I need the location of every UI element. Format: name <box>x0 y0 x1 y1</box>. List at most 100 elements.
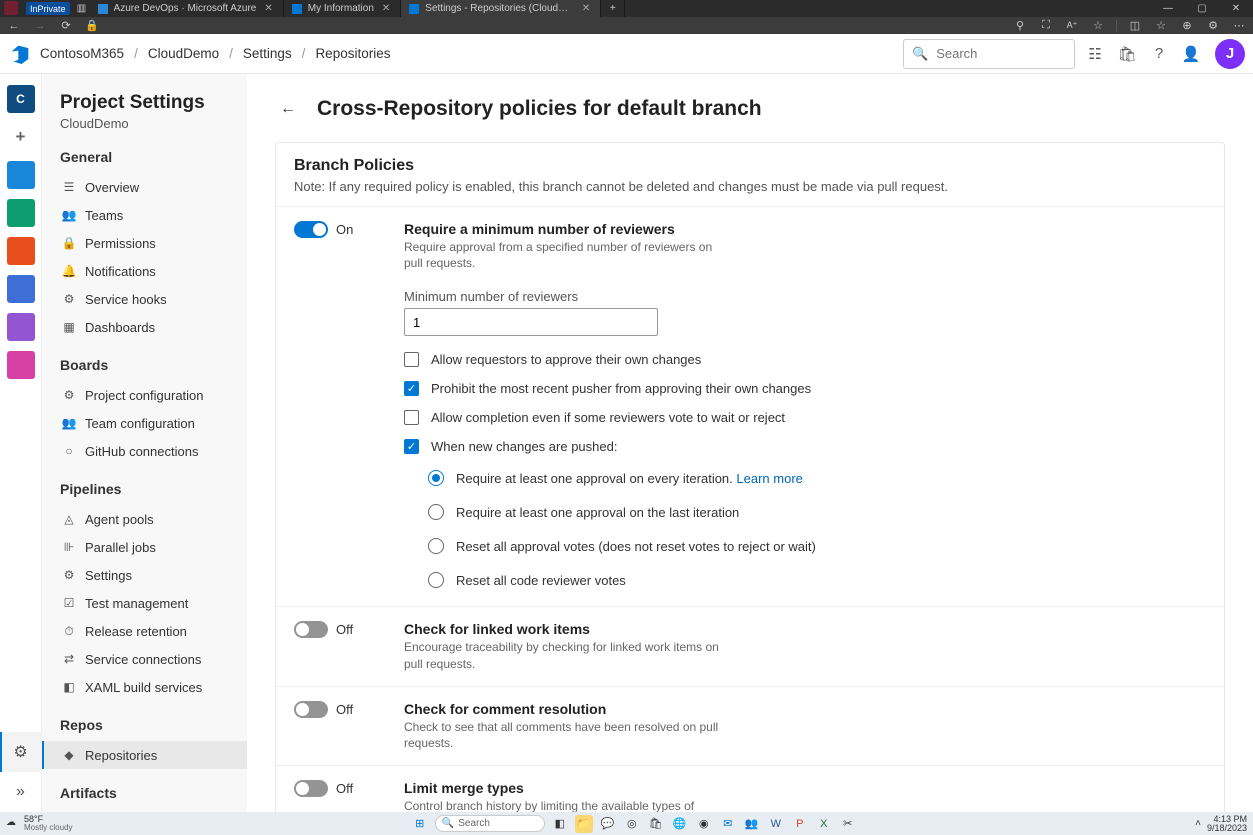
rail-pipelines[interactable] <box>7 275 35 303</box>
search-input[interactable]: 🔍 Search <box>903 39 1075 69</box>
taskbar-snip[interactable]: ✂ <box>839 815 857 833</box>
browser-tab-2[interactable]: Settings - Repositories (CloudD… ✕ <box>401 0 601 17</box>
breadcrumb-project[interactable]: CloudDemo <box>148 46 219 61</box>
nav-xaml-build[interactable]: ◧XAML build services <box>60 673 247 701</box>
rail-project-settings[interactable]: ⚙ <box>0 732 42 772</box>
site-info-icon[interactable]: 🔒 <box>84 19 100 32</box>
work-items-icon[interactable]: ☷ <box>1083 42 1107 66</box>
min-reviewers-input[interactable] <box>404 308 658 336</box>
collections-icon[interactable]: ⊕ <box>1179 19 1195 32</box>
nav-notifications[interactable]: 🔔Notifications <box>60 257 247 285</box>
taskbar-weather[interactable]: ☁ 58°F Mostly cloudy <box>0 815 78 832</box>
taskbar-task-view[interactable]: ◧ <box>551 815 569 833</box>
taskbar-search[interactable]: 🔍Search <box>435 815 545 832</box>
read-aloud-icon[interactable]: ⚲ <box>1012 19 1028 32</box>
browser-tools-icon[interactable]: ⚙ <box>1205 19 1221 32</box>
taskbar-store[interactable]: 🛍 <box>647 815 665 833</box>
nav-refresh[interactable]: ⟳ <box>58 19 74 32</box>
taskbar-chat[interactable]: 💬 <box>599 815 617 833</box>
check-new-changes[interactable]: ✓When new changes are pushed: <box>404 439 1206 454</box>
nav-service-hooks[interactable]: ⚙Service hooks <box>60 285 247 313</box>
nav-team-config[interactable]: 👥Team configuration <box>60 409 247 437</box>
back-button[interactable]: ← <box>275 96 301 122</box>
nav-permissions[interactable]: 🔒Permissions <box>60 229 247 257</box>
app-root: ContosoM365 / CloudDemo / Settings / Rep… <box>0 34 1253 812</box>
favorite-icon[interactable]: ☆ <box>1090 19 1106 32</box>
window-maximize[interactable]: ▢ <box>1185 0 1219 17</box>
nav-back[interactable]: ← <box>6 20 22 32</box>
learn-more-link[interactable]: Learn more <box>736 471 802 486</box>
taskbar-edge[interactable]: 🌐 <box>671 815 689 833</box>
split-screen-icon[interactable]: ◫ <box>1127 19 1143 32</box>
profile-avatar-small[interactable] <box>4 1 18 15</box>
rail-expand[interactable]: » <box>0 772 42 812</box>
close-icon[interactable]: ✕ <box>380 3 392 14</box>
window-close[interactable]: ✕ <box>1219 0 1253 17</box>
breadcrumb-settings[interactable]: Settings <box>243 46 292 61</box>
taskbar-powerpoint[interactable]: P <box>791 815 809 833</box>
nav-overview[interactable]: ☰Overview <box>60 173 247 201</box>
nav-dashboards[interactable]: ▦Dashboards <box>60 313 247 341</box>
nav-agent-pools[interactable]: ◬Agent pools <box>60 505 247 533</box>
rail-overview[interactable] <box>7 161 35 189</box>
shopping-icon[interactable]: ⛶ <box>1038 19 1054 32</box>
toggle-linked-items[interactable] <box>294 621 328 638</box>
start-button[interactable]: ⊞ <box>411 815 429 833</box>
nav-teams[interactable]: 👥Teams <box>60 201 247 229</box>
radio-reset-approval[interactable]: Reset all approval votes (does not reset… <box>428 538 1206 554</box>
nav-pipeline-settings[interactable]: ⚙Settings <box>60 561 247 589</box>
browser-tab-1[interactable]: My Information ✕ <box>284 0 402 17</box>
taskbar-explorer[interactable]: 📁 <box>575 815 593 833</box>
taskbar-clock[interactable]: 4:13 PM 9/18/2023 <box>1207 815 1247 833</box>
taskbar-copilot[interactable]: ◎ <box>623 815 641 833</box>
help-icon[interactable]: ? <box>1147 42 1171 66</box>
breadcrumb-org[interactable]: ContosoM365 <box>40 46 124 61</box>
nav-parallel-jobs[interactable]: ⊪Parallel jobs <box>60 533 247 561</box>
avatar[interactable]: J <box>1215 39 1245 69</box>
toggle-merge-types[interactable] <box>294 780 328 797</box>
nav-github-connections[interactable]: ○GitHub connections <box>60 437 247 465</box>
nav-project-config[interactable]: ⚙Project configuration <box>60 381 247 409</box>
user-settings-icon[interactable]: 👤 <box>1179 42 1203 66</box>
rail-add[interactable]: + <box>7 123 35 151</box>
nav-test-mgmt[interactable]: ☑Test management <box>60 589 247 617</box>
more-icon[interactable]: ⋯ <box>1231 19 1247 32</box>
text-size-icon[interactable]: A⁺ <box>1064 20 1080 31</box>
browser-tab-0[interactable]: Azure DevOps · Microsoft Azure ✕ <box>90 0 284 17</box>
breadcrumb-repos[interactable]: Repositories <box>315 46 390 61</box>
nav-repositories[interactable]: ◆Repositories <box>42 741 247 769</box>
tab-actions-icon[interactable]: ▥ <box>74 0 90 17</box>
close-icon[interactable]: ✕ <box>262 3 274 14</box>
toggle-min-reviewers[interactable] <box>294 221 328 238</box>
toggle-comment-res[interactable] <box>294 701 328 718</box>
rail-boards[interactable] <box>7 199 35 227</box>
nav-release-retention[interactable]: ⏱Release retention <box>60 617 247 645</box>
marketplace-icon[interactable]: 🛍 <box>1115 42 1139 66</box>
check-allow-completion[interactable]: Allow completion even if some reviewers … <box>404 410 1206 425</box>
radio-reset-all[interactable]: Reset all code reviewer votes <box>428 572 1206 588</box>
rail-testplans[interactable] <box>7 313 35 341</box>
taskbar-word[interactable]: W <box>767 815 785 833</box>
nav-service-connections[interactable]: ⇄Service connections <box>60 645 247 673</box>
nav-forward[interactable]: → <box>32 20 48 32</box>
rail-repos[interactable] <box>7 237 35 265</box>
check-prohibit-pusher[interactable]: ✓Prohibit the most recent pusher from ap… <box>404 381 1206 396</box>
rail-artifacts[interactable] <box>7 351 35 379</box>
check-allow-requestors[interactable]: Allow requestors to approve their own ch… <box>404 352 1206 367</box>
azure-devops-logo[interactable] <box>8 42 32 66</box>
toggle-state-label: Off <box>336 702 353 717</box>
browser-titlebar: InPrivate ▥ Azure DevOps · Microsoft Azu… <box>0 0 1253 17</box>
tray-chevron-up-icon[interactable]: ˄ <box>1195 818 1201 829</box>
taskbar-teams[interactable]: 👥 <box>743 815 761 833</box>
radio-every-iteration[interactable]: Require at least one approval on every i… <box>428 470 1206 486</box>
new-tab-button[interactable]: + <box>601 0 625 17</box>
taskbar-outlook[interactable]: ✉ <box>719 815 737 833</box>
taskbar-chrome[interactable]: ◉ <box>695 815 713 833</box>
window-minimize[interactable]: — <box>1151 0 1185 17</box>
policy-linked-work-items: Off Check for linked work items Encourag… <box>276 606 1224 685</box>
close-icon[interactable]: ✕ <box>580 3 592 14</box>
favorites-bar-icon[interactable]: ☆ <box>1153 19 1169 32</box>
rail-project[interactable]: C <box>7 85 35 113</box>
radio-last-iteration[interactable]: Require at least one approval on the las… <box>428 504 1206 520</box>
taskbar-excel[interactable]: X <box>815 815 833 833</box>
